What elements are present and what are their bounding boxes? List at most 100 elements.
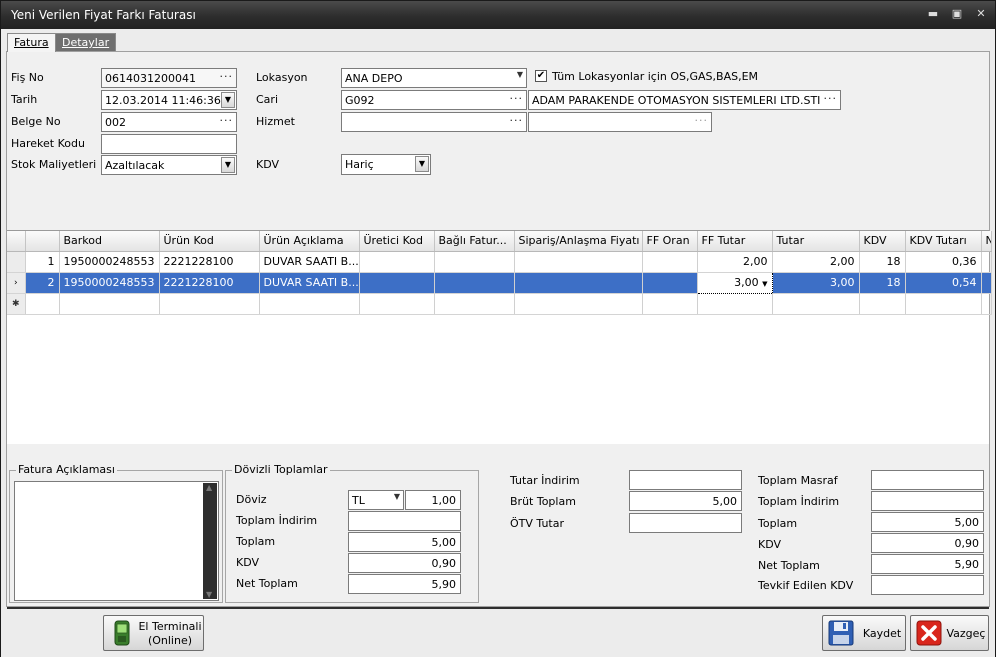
cell-tutar[interactable]: 3,00 xyxy=(772,272,860,294)
ellipsis-icon[interactable]: ··· xyxy=(510,92,524,105)
col-kdv-tutari[interactable]: KDV Tutarı xyxy=(905,231,982,252)
minimize-button[interactable]: ▬ xyxy=(925,7,941,21)
fatura-aciklamasi-textarea[interactable]: ▲ ▼ xyxy=(14,481,219,601)
close-button[interactable]: ✕ xyxy=(973,7,989,21)
cell-kdv-tutari[interactable]: 0,54 xyxy=(905,272,982,294)
cell-urun-kod[interactable]: 2221228100 xyxy=(159,272,260,294)
lokasyon-select[interactable]: ANA DEPO ▼ xyxy=(341,68,527,88)
cell-uretici-kod[interactable] xyxy=(359,251,435,273)
cell-bagli-fatura[interactable] xyxy=(434,272,515,294)
tarih-field[interactable]: 12.03.2014 11:46:36 ▼ xyxy=(101,90,237,110)
tum-lokasyonlar-checkbox[interactable]: ✔ xyxy=(535,70,547,82)
ellipsis-icon[interactable]: ··· xyxy=(510,114,524,127)
chevron-down-icon[interactable]: ▼ xyxy=(517,70,523,79)
col-barkod[interactable]: Barkod xyxy=(59,231,160,252)
table-row[interactable]: 1 1950000248553 2221228100 DUVAR SAATI B… xyxy=(7,251,992,273)
col-uretici-kod[interactable]: Üretici Kod xyxy=(359,231,435,252)
dovizli-net-toplam-field[interactable]: 5,90 xyxy=(348,574,461,594)
scroll-down-icon[interactable]: ▼ xyxy=(206,590,212,599)
col-siparis-fiyati[interactable]: Sipariş/Anlaşma Fiyatı xyxy=(514,231,643,252)
ellipsis-icon[interactable]: ··· xyxy=(695,114,709,127)
col-ff-oran[interactable]: FF Oran xyxy=(642,231,698,252)
col-kdv[interactable]: KDV xyxy=(859,231,906,252)
cell-uretici-kod[interactable] xyxy=(359,272,435,294)
cell-kdv[interactable]: 18 xyxy=(859,272,906,294)
toplam-field[interactable]: 5,00 xyxy=(871,512,984,532)
cell-urun-kod[interactable]: 2221228100 xyxy=(159,251,260,273)
net-toplam-field[interactable]: 5,90 xyxy=(871,554,984,574)
cell-barkod[interactable]: 1950000248553 xyxy=(59,251,160,273)
cell-bagli-fatura[interactable] xyxy=(434,251,515,273)
chevron-down-icon[interactable]: ▼ xyxy=(394,492,400,501)
tab-fatura[interactable]: Fatura xyxy=(7,33,56,52)
chevron-down-icon[interactable]: ▼ xyxy=(415,156,429,172)
ellipsis-icon[interactable]: ··· xyxy=(220,114,234,127)
cell-urun-aciklama[interactable]: DUVAR SAATI B... xyxy=(259,272,360,294)
col-ff-tutar[interactable]: FF Tutar xyxy=(697,231,773,252)
table-row-new[interactable]: ✱ xyxy=(7,293,992,315)
ellipsis-icon[interactable]: ··· xyxy=(824,92,838,105)
tab-detaylar[interactable]: Detaylar xyxy=(55,33,117,51)
cell-ff-oran[interactable] xyxy=(642,251,698,273)
chevron-down-icon[interactable]: ▼ xyxy=(762,280,767,288)
belge-no-field[interactable]: 002 ··· xyxy=(101,112,237,132)
cell-kdv-tutari[interactable]: 0,36 xyxy=(905,251,982,273)
invoice-lines-grid[interactable]: Barkod Ürün Kod Ürün Açıklama Üretici Ko… xyxy=(7,230,992,623)
chevron-down-icon[interactable]: ▼ xyxy=(221,157,235,173)
col-urun-aciklama[interactable]: Ürün Açıklama xyxy=(259,231,360,252)
col-urun-kod[interactable]: Ürün Kod xyxy=(159,231,260,252)
kur-field[interactable]: 1,00 xyxy=(405,490,461,510)
brut-toplam-field[interactable]: 5,00 xyxy=(629,491,742,511)
cell-kdv[interactable]: 18 xyxy=(859,251,906,273)
vertical-scrollbar[interactable]: ▲ ▼ xyxy=(203,483,217,599)
vazgec-button[interactable]: Vazgeç xyxy=(910,615,989,651)
col-bagli-fatura[interactable]: Bağlı Fatur... xyxy=(434,231,515,252)
hizmet-code-field[interactable]: ··· xyxy=(341,112,527,132)
tevkif-edilen-kdv-field[interactable] xyxy=(871,575,984,595)
kdv-select[interactable]: Hariç ▼ xyxy=(341,154,431,175)
dovizli-toplamlar-title: Dövizli Toplamlar xyxy=(232,463,330,476)
cell-barkod[interactable]: 1950000248553 xyxy=(59,272,160,294)
maximize-button[interactable]: ▣ xyxy=(949,7,965,21)
scroll-up-icon[interactable]: ▲ xyxy=(206,483,212,492)
hizmet-name-field[interactable]: ··· xyxy=(528,112,712,132)
col-tutar[interactable]: Tutar xyxy=(772,231,860,252)
col-no[interactable] xyxy=(25,231,60,252)
el-terminali-button[interactable]: El Terminali (Online) xyxy=(103,615,204,651)
row-indicator[interactable]: › xyxy=(7,272,26,294)
tutar-indirim-field[interactable] xyxy=(629,470,742,490)
cell-ff-oran[interactable] xyxy=(642,272,698,294)
dovizli-kdv-field[interactable]: 0,90 xyxy=(348,553,461,573)
fis-no-value: 0614031200041 xyxy=(105,72,196,85)
table-row-selected[interactable]: › 2 1950000248553 2221228100 DUVAR SAATI… xyxy=(7,271,992,294)
otv-tutar-field[interactable] xyxy=(629,513,742,533)
cell-tutar[interactable]: 2,00 xyxy=(772,251,860,273)
cell-no[interactable]: 2 xyxy=(25,272,60,294)
cell-ff-tutar[interactable]: 2,00 xyxy=(697,251,773,273)
doviz-select[interactable]: TL ▼ xyxy=(348,490,404,510)
cari-name-field[interactable]: ADAM PARAKENDE OTOMASYON SISTEMLERI LTD.… xyxy=(528,90,841,110)
hareket-kodu-field[interactable] xyxy=(101,134,237,154)
stok-maliyetleri-select[interactable]: Azaltılacak ▼ xyxy=(101,155,237,175)
cell-siparis-fiyati[interactable] xyxy=(514,251,643,273)
cell-urun-aciklama[interactable]: DUVAR SAATI B... xyxy=(259,251,360,273)
fatura-aciklamasi-group: Fatura Açıklaması ▲ ▼ xyxy=(9,463,223,603)
cell-no[interactable]: 1 xyxy=(25,251,60,273)
cell-next[interactable] xyxy=(981,251,992,273)
fis-no-field[interactable]: 0614031200041 ··· xyxy=(101,68,237,88)
row-indicator[interactable] xyxy=(7,251,26,273)
kdv-total-field[interactable]: 0,90 xyxy=(871,533,984,553)
dovizli-toplam-indirim-field[interactable] xyxy=(348,511,461,531)
cell-ff-tutar-editing[interactable]: 3,00 ▼ xyxy=(696,271,773,294)
cell-next[interactable] xyxy=(981,272,992,294)
col-next[interactable]: N xyxy=(981,231,992,252)
toplam-masraf-field[interactable] xyxy=(871,470,984,490)
chevron-down-icon[interactable]: ▼ xyxy=(221,92,235,108)
cell-siparis-fiyati[interactable] xyxy=(514,272,643,294)
kaydet-button[interactable]: Kaydet xyxy=(822,615,906,651)
ellipsis-icon[interactable]: ··· xyxy=(220,70,234,83)
cari-code-field[interactable]: G092 ··· xyxy=(341,90,527,110)
toplam-indirim-field[interactable] xyxy=(871,491,984,511)
dovizli-toplam-field[interactable]: 5,00 xyxy=(348,532,461,552)
new-row-icon[interactable]: ✱ xyxy=(7,293,26,315)
